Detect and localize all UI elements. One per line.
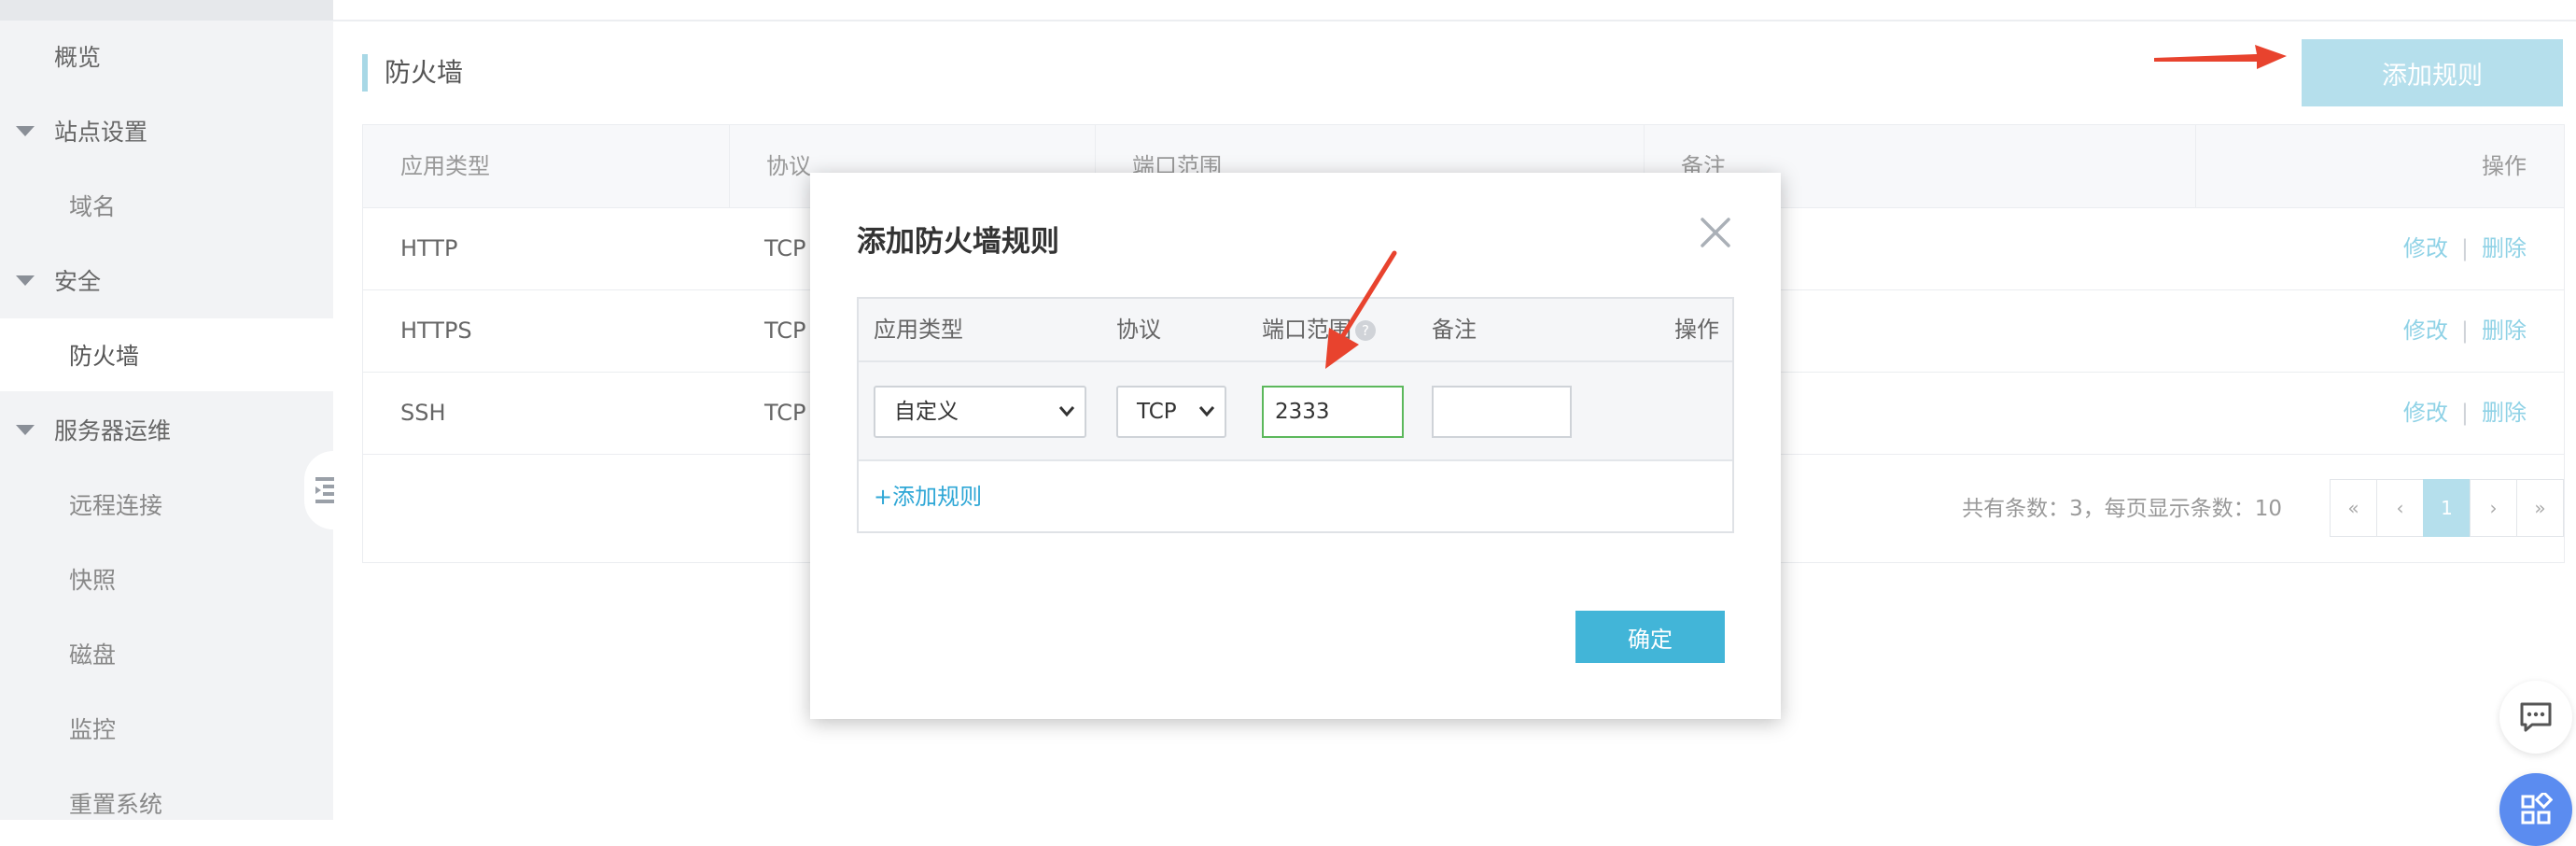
column-header: 应用类型	[400, 153, 490, 179]
chat-button[interactable]	[2499, 681, 2572, 754]
column-header: 协议	[766, 153, 811, 179]
row-actions: 修改 | 删除	[2403, 207, 2527, 289]
caret-down-icon	[16, 126, 35, 136]
rule-editor-table: 应用类型 协议 端口范围? 备注 操作 自定义 TCP 2333 +添加规则	[857, 297, 1734, 533]
app-type-select[interactable]: 自定义	[874, 386, 1086, 438]
row-actions: 修改 | 删除	[2403, 289, 2527, 372]
add-rule-link[interactable]: +添加规则	[874, 478, 982, 511]
sidebar-item-reset-system[interactable]: 重置系统	[0, 767, 333, 839]
protocol-select[interactable]: TCP	[1116, 386, 1226, 438]
sidebar-item-label: 磁盘	[69, 642, 117, 669]
action-separator: |	[2460, 235, 2469, 261]
column-divider	[2195, 125, 2196, 207]
sidebar-item-label: 安全	[54, 268, 102, 295]
sidebar-group-site-settings[interactable]: 站点设置	[0, 94, 333, 167]
annotation-arrow-icon	[1325, 250, 1397, 369]
cell-app-type: HTTPS	[400, 317, 472, 344]
sidebar-top-strip	[0, 0, 333, 21]
caret-down-icon	[16, 425, 35, 435]
sidebar-item-label: 防火墙	[69, 343, 140, 370]
sidebar: 概览 站点设置 域名 安全 防火墙 服务器运维 远程连接 快照 磁盘 监控 重置…	[0, 0, 333, 820]
rule-row: 自定义 TCP 2333	[859, 362, 1732, 461]
confirm-button[interactable]: 确定	[1575, 611, 1725, 663]
column-header: 协议	[1116, 317, 1161, 343]
delete-link[interactable]: 删除	[2482, 317, 2527, 344]
delete-link[interactable]: 删除	[2482, 400, 2527, 426]
cell-app-type: HTTP	[400, 235, 458, 261]
page-number-button[interactable]: 1	[2423, 479, 2471, 537]
column-header: 应用类型	[874, 317, 963, 343]
row-actions: 修改 | 删除	[2403, 372, 2527, 454]
sidebar-item-firewall[interactable]: 防火墙	[0, 318, 333, 391]
next-page-button[interactable]: ›	[2470, 479, 2517, 537]
sidebar-item-label: 监控	[69, 716, 117, 743]
column-header: 操作	[2482, 153, 2527, 179]
sidebar-item-label: 服务器运维	[54, 417, 172, 444]
edit-link[interactable]: 修改	[2403, 235, 2448, 261]
sidebar-item-monitor[interactable]: 监控	[0, 692, 333, 765]
chevron-down-icon	[1198, 406, 1215, 417]
sidebar-item-label: 概览	[54, 44, 102, 71]
apps-icon	[2521, 793, 2553, 825]
sidebar-item-domain[interactable]: 域名	[0, 169, 333, 242]
select-value: 自定义	[894, 400, 959, 424]
sidebar-item-label: 远程连接	[69, 492, 163, 519]
sidebar-item-disk[interactable]: 磁盘	[0, 617, 333, 690]
cell-app-type: SSH	[400, 400, 446, 426]
section-accent-bar	[362, 54, 368, 92]
last-page-button[interactable]: »	[2516, 479, 2564, 537]
cell-protocol: TCP	[764, 235, 806, 261]
cell-protocol: TCP	[764, 317, 806, 344]
collapse-sidebar-icon	[315, 477, 334, 503]
cell-protocol: TCP	[764, 400, 806, 426]
add-rule-button[interactable]: 添加规则	[2302, 39, 2563, 106]
select-value: TCP	[1137, 400, 1177, 424]
add-firewall-rule-dialog: 添加防火墙规则 应用类型 协议 端口范围? 备注 操作 自定义 TCP 2333…	[810, 173, 1781, 719]
edit-link[interactable]: 修改	[2403, 317, 2448, 344]
sidebar-item-overview[interactable]: 概览	[0, 20, 333, 92]
action-separator: |	[2460, 400, 2469, 426]
sidebar-item-remote-connect[interactable]: 远程连接	[0, 468, 333, 541]
delete-link[interactable]: 删除	[2482, 235, 2527, 261]
sidebar-item-snapshot[interactable]: 快照	[0, 543, 333, 615]
column-header: 备注	[1432, 317, 1477, 343]
column-header: 操作	[1674, 317, 1719, 343]
action-separator: |	[2460, 317, 2469, 344]
annotation-arrow-icon	[2154, 45, 2287, 69]
caret-down-icon	[16, 275, 35, 286]
sidebar-group-server-ops[interactable]: 服务器运维	[0, 393, 333, 466]
close-icon	[1701, 218, 1730, 247]
first-page-button[interactable]: «	[2330, 479, 2377, 537]
apps-button[interactable]	[2499, 773, 2572, 846]
dialog-title: 添加防火墙规则	[857, 225, 1059, 259]
chat-icon	[2520, 702, 2552, 732]
sidebar-item-label: 域名	[69, 193, 117, 220]
note-input[interactable]	[1432, 386, 1572, 438]
table-header: 应用类型 协议 端口范围? 备注 操作	[859, 299, 1732, 362]
sidebar-item-label: 快照	[69, 567, 117, 594]
chevron-down-icon	[1058, 406, 1075, 417]
main-divider	[333, 20, 2576, 21]
edit-link[interactable]: 修改	[2403, 400, 2448, 426]
port-range-input[interactable]: 2333	[1262, 386, 1404, 438]
page-title: 防火墙	[385, 57, 464, 88]
sidebar-group-security[interactable]: 安全	[0, 244, 333, 317]
sidebar-item-label: 站点设置	[54, 119, 148, 146]
pagination: « ‹ 1 › »	[2330, 479, 2564, 537]
collapse-sidebar-button[interactable]	[304, 451, 362, 529]
sidebar-item-label: 重置系统	[69, 791, 163, 818]
column-divider	[729, 125, 730, 207]
prev-page-button[interactable]: ‹	[2376, 479, 2424, 537]
record-count: 共有条数：3，每页显示条数：10	[1962, 497, 2282, 521]
close-button[interactable]	[1697, 214, 1734, 251]
